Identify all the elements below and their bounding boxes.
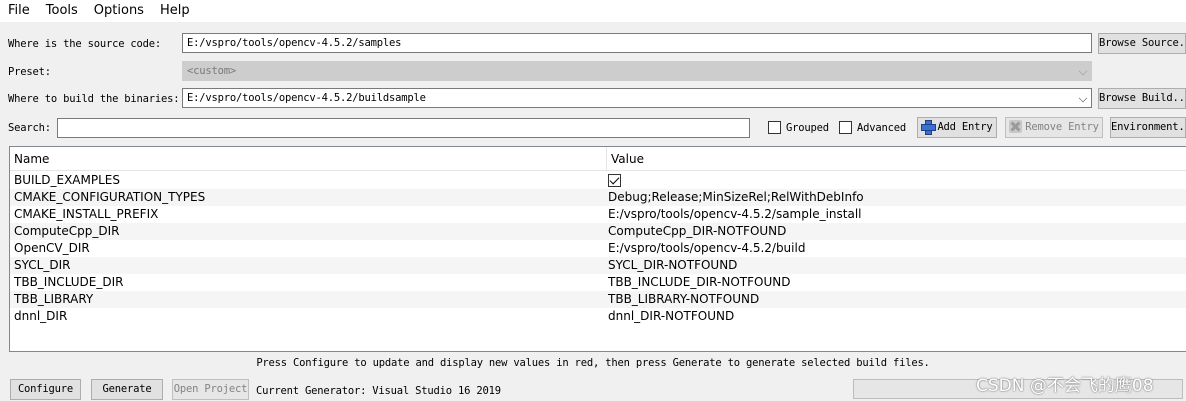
row-name: dnnl_DIR	[14, 309, 68, 323]
build-label: Where to build the binaries:	[8, 93, 180, 105]
build-path-value: E:/vspro/tools/opencv-4.5.2/buildsample	[187, 92, 426, 104]
advanced-checkbox[interactable]	[839, 121, 852, 134]
chevron-down-icon[interactable]	[1078, 93, 1088, 103]
table-row[interactable]: SYCL_DIR SYCL_DIR-NOTFOUND	[10, 257, 1186, 274]
table-header: Name Value	[10, 147, 1186, 171]
remove-icon	[1009, 119, 1023, 133]
row-name: TBB_INCLUDE_DIR	[14, 275, 124, 289]
column-header-name[interactable]: Name	[10, 147, 606, 171]
row-value[interactable]: ComputeCpp_DIR-NOTFOUND	[608, 223, 786, 240]
add-entry-label: Add Entry	[937, 121, 993, 133]
preset-combo[interactable]: <custom>	[182, 61, 1092, 81]
add-icon	[921, 119, 937, 135]
remove-entry-label: Remove Entry	[1025, 121, 1099, 133]
row-name: SYCL_DIR	[14, 258, 71, 272]
remove-entry-button[interactable]: Remove Entry	[1005, 117, 1103, 138]
preset-label: Preset:	[8, 66, 51, 78]
configure-button[interactable]: Configure	[10, 379, 81, 400]
current-generator-label: Current Generator: Visual Studio 16 2019	[256, 385, 501, 397]
table-row[interactable]: OpenCV_DIR E:/vspro/tools/opencv-4.5.2/bu…	[10, 240, 1186, 257]
table-row[interactable]: dnnl_DIR dnnl_DIR-NOTFOUND	[10, 308, 1186, 325]
row-name: BUILD_EXAMPLES	[14, 173, 120, 187]
search-input[interactable]	[57, 118, 750, 138]
watermark: CSDN @不会飞的鹰08	[976, 376, 1154, 396]
row-value[interactable]: TBB_LIBRARY-NOTFOUND	[608, 291, 759, 308]
table-row[interactable]: TBB_INCLUDE_DIR TBB_INCLUDE_DIR-NOTFOUND	[10, 274, 1186, 291]
open-project-button[interactable]: Open Project	[172, 379, 249, 400]
grouped-checkbox[interactable]	[768, 121, 781, 134]
search-label: Search:	[8, 122, 51, 134]
build-path-combo[interactable]: E:/vspro/tools/opencv-4.5.2/buildsample	[182, 88, 1092, 108]
row-name: TBB_LIBRARY	[14, 292, 94, 306]
browse-source-button[interactable]: Browse Source...	[1098, 33, 1186, 54]
table-row[interactable]: TBB_LIBRARY TBB_LIBRARY-NOTFOUND	[10, 291, 1186, 308]
table-row[interactable]: CMAKE_INSTALL_PREFIX E:/vspro/tools/openc…	[10, 206, 1186, 223]
chevron-down-icon	[1078, 66, 1088, 76]
menu-file[interactable]: File	[0, 0, 38, 22]
row-value[interactable]: TBB_INCLUDE_DIR-NOTFOUND	[608, 274, 790, 291]
browse-build-button[interactable]: Browse Build...	[1098, 88, 1186, 109]
row-value[interactable]: E:/vspro/tools/opencv-4.5.2/sample_insta…	[608, 206, 862, 223]
row-name: OpenCV_DIR	[14, 241, 90, 255]
menu-tools[interactable]: Tools	[38, 0, 86, 22]
source-path-value: E:/vspro/tools/opencv-4.5.2/samples	[187, 37, 402, 49]
advanced-label: Advanced	[857, 122, 906, 134]
status-message: Press Configure to update and display ne…	[256, 357, 930, 369]
table-row[interactable]: BUILD_EXAMPLES	[10, 172, 1186, 189]
row-value[interactable]: Debug;Release;MinSizeRel;RelWithDebInfo	[608, 189, 864, 206]
column-header-value[interactable]: Value	[606, 147, 1186, 171]
menu-bar: File Tools Options Help	[0, 0, 1186, 22]
row-value[interactable]: dnnl_DIR-NOTFOUND	[608, 308, 734, 325]
checkbox-checked-icon[interactable]	[608, 174, 621, 187]
environment-button[interactable]: Environment...	[1110, 117, 1186, 138]
row-value[interactable]	[608, 172, 621, 190]
menu-help[interactable]: Help	[152, 0, 198, 22]
table-row[interactable]: ComputeCpp_DIR ComputeCpp_DIR-NOTFOUND	[10, 223, 1186, 240]
source-path-input[interactable]: E:/vspro/tools/opencv-4.5.2/samples	[182, 33, 1092, 53]
cache-table[interactable]: Name Value BUILD_EXAMPLES CMAKE_CONFIGURA…	[9, 146, 1186, 352]
row-name: CMAKE_CONFIGURATION_TYPES	[14, 190, 206, 204]
row-value[interactable]: SYCL_DIR-NOTFOUND	[608, 257, 737, 274]
row-value[interactable]: E:/vspro/tools/opencv-4.5.2/build	[608, 240, 805, 257]
preset-value: <custom>	[187, 65, 236, 77]
menu-options[interactable]: Options	[86, 0, 152, 22]
row-name: ComputeCpp_DIR	[14, 224, 120, 238]
row-name: CMAKE_INSTALL_PREFIX	[14, 207, 159, 221]
generate-button[interactable]: Generate	[91, 379, 163, 400]
grouped-label: Grouped	[786, 122, 829, 134]
table-row[interactable]: CMAKE_CONFIGURATION_TYPES Debug;Release;M…	[10, 189, 1186, 206]
source-label: Where is the source code:	[8, 38, 162, 50]
add-entry-button[interactable]: Add Entry	[917, 117, 997, 138]
